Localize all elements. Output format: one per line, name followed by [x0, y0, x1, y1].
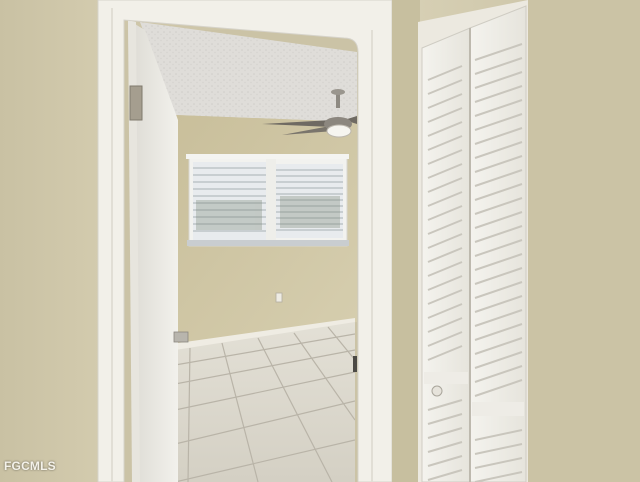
window-sill: [187, 240, 349, 246]
strike-plate: [353, 356, 357, 372]
closet-knob[interactable]: [431, 385, 443, 397]
closet-right-rail: [472, 402, 524, 416]
window-mullion: [266, 158, 276, 244]
tile-floor: [175, 322, 355, 482]
closet-right-wall: [528, 0, 640, 482]
door-latch: [173, 331, 189, 343]
watermark: FGCMLS: [4, 459, 56, 473]
hall-corner-shade: [392, 0, 420, 482]
hall-wall-left: [0, 0, 100, 482]
blind-headrail: [186, 154, 349, 159]
closet-left-rail: [424, 372, 468, 384]
wall-outlet: [275, 292, 283, 303]
door-hinge: [129, 85, 143, 121]
photo-scene: [0, 0, 640, 482]
